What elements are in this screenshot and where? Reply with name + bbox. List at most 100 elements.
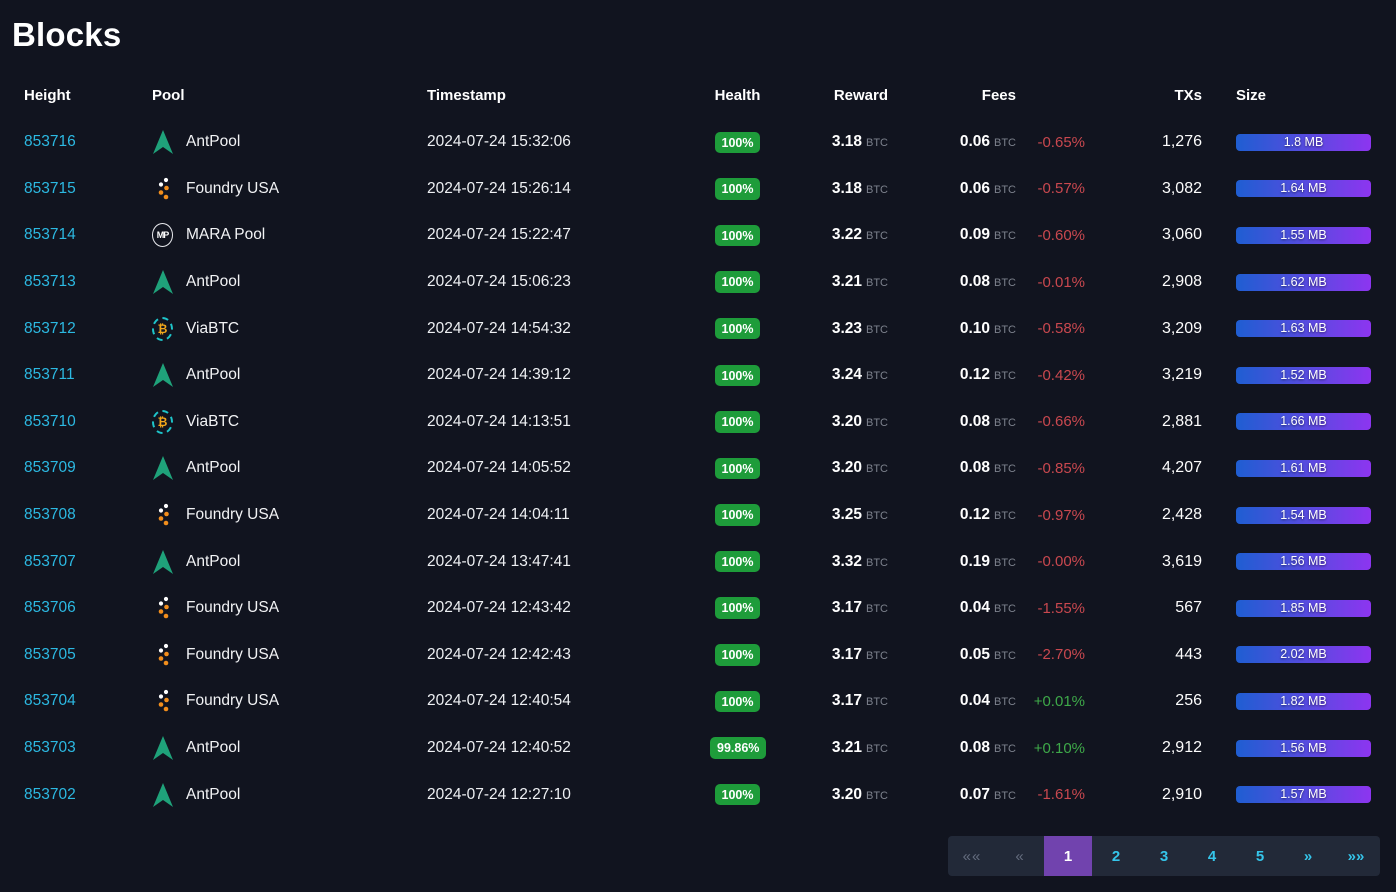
header-timestamp: Timestamp <box>427 87 710 104</box>
block-height-link[interactable]: 853714 <box>24 226 76 243</box>
fee-delta: +0.10% <box>1016 740 1085 757</box>
block-reward: 3.20BTC <box>765 459 888 477</box>
pagination-prev-button[interactable]: « <box>996 836 1044 876</box>
table-row: 853702AntPool2024-07-24 12:27:10100%3.20… <box>24 771 1371 818</box>
pool-link[interactable]: AntPool <box>152 783 427 807</box>
table-row: 853709AntPool2024-07-24 14:05:52100%3.20… <box>24 445 1371 492</box>
block-timestamp: 2024-07-24 14:05:52 <box>427 459 710 477</box>
pool-name: AntPool <box>186 739 240 757</box>
block-tx-count: 1,276 <box>1085 133 1202 151</box>
block-fees: 0.19BTC <box>888 553 1016 571</box>
block-tx-count: 2,881 <box>1085 413 1202 431</box>
block-height-link[interactable]: 853712 <box>24 320 76 337</box>
block-reward: 3.22BTC <box>765 226 888 244</box>
pool-name: Foundry USA <box>186 646 279 664</box>
block-height-link[interactable]: 853703 <box>24 739 76 756</box>
fee-delta: -1.55% <box>1016 600 1085 617</box>
block-size-bar: 1.82 MB <box>1236 693 1371 710</box>
pagination-page-4[interactable]: 4 <box>1188 836 1236 876</box>
block-timestamp: 2024-07-24 12:40:52 <box>427 739 710 757</box>
block-tx-count: 2,912 <box>1085 739 1202 757</box>
block-fees: 0.06BTC <box>888 133 1016 151</box>
pool-link[interactable]: MPMARA Pool <box>152 223 427 247</box>
block-size-bar: 1.56 MB <box>1236 553 1371 570</box>
blocks-page: Blocks Height Pool Timestamp Health Rewa… <box>0 12 1396 892</box>
pagination-page-1[interactable]: 1 <box>1044 836 1092 876</box>
pool-link[interactable]: Foundry USA <box>152 596 427 620</box>
block-timestamp: 2024-07-24 14:39:12 <box>427 366 710 384</box>
pagination-next-button[interactable]: » <box>1284 836 1332 876</box>
block-size-bar: 1.63 MB <box>1236 320 1371 337</box>
block-reward: 3.18BTC <box>765 133 888 151</box>
block-height-link[interactable]: 853704 <box>24 692 76 709</box>
block-fees: 0.12BTC <box>888 506 1016 524</box>
pagination-page-3[interactable]: 3 <box>1140 836 1188 876</box>
block-timestamp: 2024-07-24 12:40:54 <box>427 692 710 710</box>
table-row: 853712₿ViaBTC2024-07-24 14:54:32100%3.23… <box>24 305 1371 352</box>
block-timestamp: 2024-07-24 12:27:10 <box>427 786 710 804</box>
health-badge: 100% <box>715 644 761 666</box>
pagination-last-button[interactable]: »» <box>1332 836 1380 876</box>
header-size-wrap: Size <box>1202 87 1371 104</box>
block-timestamp: 2024-07-24 12:42:43 <box>427 646 710 664</box>
table-row: 853705 Foundry USA 2024-07-24 12:42:43 100%… <box>24 632 1371 679</box>
block-height-link[interactable]: 853707 <box>24 553 76 570</box>
block-height-link[interactable]: 853709 <box>24 459 76 476</box>
header-health: Health <box>710 87 765 104</box>
health-badge: 100% <box>715 225 761 247</box>
block-height-link[interactable]: 853705 <box>24 646 76 663</box>
pool-link[interactable]: AntPool <box>152 456 427 480</box>
block-timestamp: 2024-07-24 14:54:32 <box>427 320 710 338</box>
block-tx-count: 2,908 <box>1085 273 1202 291</box>
pool-icon-foundry <box>152 503 173 527</box>
health-badge: 100% <box>715 597 761 619</box>
table-row: 853707AntPool2024-07-24 13:47:41100%3.32… <box>24 538 1371 585</box>
block-height-link[interactable]: 853711 <box>24 366 75 383</box>
pool-icon-viabtc: ₿ <box>152 410 173 434</box>
block-fees: 0.07BTC <box>888 786 1016 804</box>
pool-icon-mara: MP <box>152 223 173 247</box>
pool-link[interactable]: AntPool <box>152 130 427 154</box>
health-badge: 100% <box>715 365 761 387</box>
pagination-first-button[interactable]: «« <box>948 836 996 876</box>
block-tx-count: 3,082 <box>1085 180 1202 198</box>
block-size-bar: 1.62 MB <box>1236 274 1371 291</box>
pool-link[interactable]: AntPool <box>152 736 427 760</box>
pool-name: AntPool <box>186 553 240 571</box>
pool-icon-antpool <box>152 363 173 387</box>
pool-link[interactable]: ₿ViaBTC <box>152 317 427 341</box>
block-height-link[interactable]: 853713 <box>24 273 76 290</box>
health-badge: 100% <box>715 411 761 433</box>
block-tx-count: 2,910 <box>1085 786 1202 804</box>
pool-name: AntPool <box>186 133 240 151</box>
block-height-link[interactable]: 853708 <box>24 506 76 523</box>
block-reward: 3.21BTC <box>765 739 888 757</box>
block-timestamp: 2024-07-24 14:13:51 <box>427 413 710 431</box>
pagination-page-5[interactable]: 5 <box>1236 836 1284 876</box>
fee-delta: -0.60% <box>1016 227 1085 244</box>
header-size: Size <box>1236 87 1371 104</box>
pool-link[interactable]: Foundry USA <box>152 503 427 527</box>
pool-link[interactable]: ₿ViaBTC <box>152 410 427 434</box>
pool-name: AntPool <box>186 786 240 804</box>
block-reward: 3.25BTC <box>765 506 888 524</box>
pool-link[interactable]: Foundry USA <box>152 689 427 713</box>
block-size-bar: 1.57 MB <box>1236 786 1371 803</box>
block-tx-count: 256 <box>1085 692 1202 710</box>
pool-link[interactable]: Foundry USA <box>152 177 427 201</box>
block-height-link[interactable]: 853710 <box>24 413 76 430</box>
pagination-page-2[interactable]: 2 <box>1092 836 1140 876</box>
block-height-link[interactable]: 853706 <box>24 599 76 616</box>
pool-link[interactable]: AntPool <box>152 270 427 294</box>
fee-delta: -0.00% <box>1016 553 1085 570</box>
pool-icon-antpool <box>152 736 173 760</box>
block-height-link[interactable]: 853715 <box>24 180 76 197</box>
block-size-bar: 1.66 MB <box>1236 413 1371 430</box>
block-height-link[interactable]: 853702 <box>24 786 76 803</box>
block-height-link[interactable]: 853716 <box>24 133 76 150</box>
pool-icon-antpool <box>152 550 173 574</box>
pool-icon-antpool <box>152 456 173 480</box>
pool-link[interactable]: AntPool <box>152 363 427 387</box>
pool-link[interactable]: AntPool <box>152 550 427 574</box>
pool-link[interactable]: Foundry USA <box>152 643 427 667</box>
